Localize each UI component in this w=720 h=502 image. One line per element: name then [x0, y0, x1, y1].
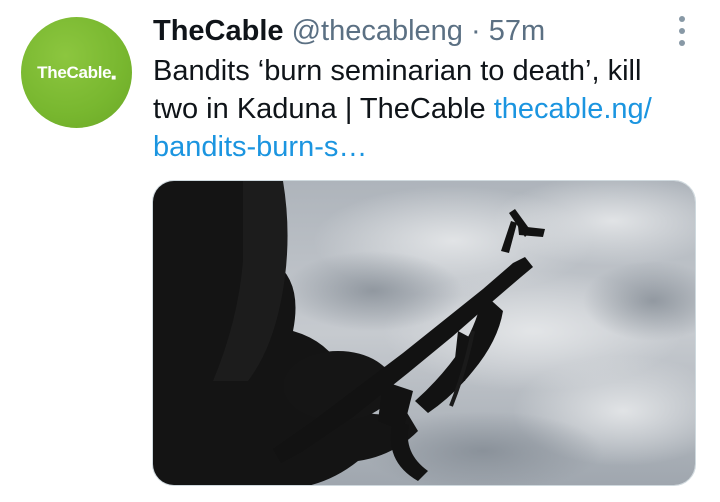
- header-separator: ·: [471, 15, 481, 47]
- timestamp[interactable]: 57m: [489, 15, 545, 47]
- avatar[interactable]: TheCable■: [21, 17, 132, 128]
- menu-dot: [679, 40, 685, 46]
- more-vertical-icon[interactable]: [672, 16, 692, 46]
- avatar-logo-text: TheCable■: [37, 63, 116, 82]
- tweet-header: TheCable @thecableng · 57m: [153, 12, 545, 50]
- menu-dot: [679, 28, 685, 34]
- tweet-text: Bandits ‘burn seminarian to death’, kill…: [153, 52, 693, 166]
- display-name[interactable]: TheCable: [153, 15, 284, 47]
- menu-dot: [679, 16, 685, 22]
- user-handle[interactable]: @thecableng: [292, 15, 463, 47]
- tweet-media-image[interactable]: [152, 180, 696, 486]
- media-photo: [153, 181, 695, 485]
